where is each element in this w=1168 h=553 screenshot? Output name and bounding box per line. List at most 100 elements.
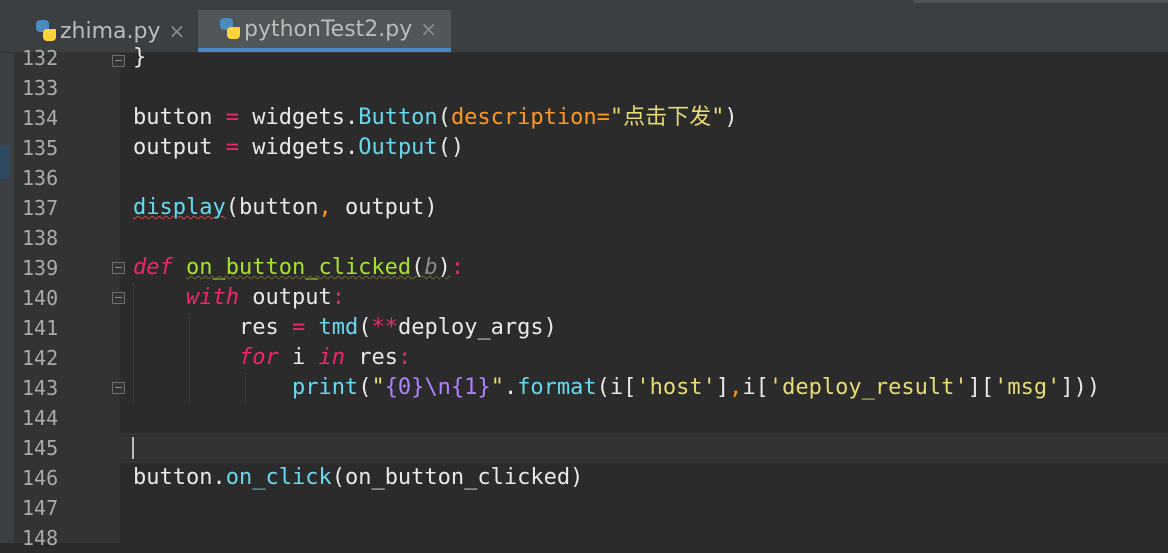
identifier: output	[252, 285, 332, 310]
punctuation: .	[344, 105, 359, 130]
fold-end-icon[interactable]	[112, 55, 125, 67]
string-literal: 'host'	[636, 375, 716, 400]
punctuation: (	[358, 375, 372, 400]
editor-tab-bar: zhima.py × pythonTest2.py ×	[0, 0, 1168, 53]
format-placeholder: {0}	[384, 375, 425, 400]
identifier: deploy_args	[397, 315, 544, 340]
code-line-142[interactable]: for i in res:	[133, 343, 411, 373]
line-number: 136	[22, 166, 59, 190]
code-line-135[interactable]: output = widgets.Output()	[133, 133, 464, 163]
punctuation: .	[212, 465, 226, 490]
code-line-141[interactable]: res = tmd(**deploy_args)	[133, 313, 557, 343]
close-icon[interactable]: ×	[169, 19, 186, 43]
punctuation: )	[543, 315, 557, 340]
identifier: output	[133, 135, 213, 160]
current-line-highlight	[14, 433, 1168, 463]
string-literal: 'deploy_result'	[768, 375, 968, 400]
code-line-140[interactable]: with output:	[133, 283, 345, 313]
tab-pythontest2[interactable]: pythonTest2.py ×	[198, 10, 451, 52]
punctuation: (	[411, 255, 425, 280]
fold-end-icon[interactable]	[112, 382, 125, 394]
line-number: 143	[22, 376, 59, 400]
punctuation: ]	[715, 375, 730, 400]
code-line-146[interactable]: button.on_click(on_button_clicked)	[133, 463, 583, 493]
punctuation: )	[724, 105, 738, 130]
identifier: output	[331, 195, 425, 220]
python-file-icon	[218, 17, 242, 41]
method-call: format	[517, 375, 597, 400]
function-call: print	[291, 375, 359, 400]
punctuation: (	[358, 315, 372, 340]
tab-label: pythonTest2.py	[244, 16, 413, 42]
function-call: tmd	[318, 315, 359, 340]
code-line-134[interactable]: button = widgets.Button(description="点击下…	[133, 103, 738, 133]
punctuation: ]))	[1060, 375, 1101, 400]
punctuation: .	[503, 375, 518, 400]
identifier: i	[291, 345, 306, 370]
tab-label: zhima.py	[60, 18, 161, 44]
code-line-139[interactable]: def on_button_clicked(b):	[133, 253, 464, 283]
keyword: with	[185, 285, 239, 310]
fold-collapse-icon[interactable]	[112, 262, 125, 274]
punctuation: (	[437, 105, 451, 130]
operator: **	[371, 315, 398, 340]
escape-sequence: \n	[424, 375, 451, 400]
keyword-argument: description	[450, 105, 597, 130]
punctuation: ,	[729, 375, 743, 400]
line-number: 145	[22, 436, 59, 460]
function-name: on_button_clicked	[186, 255, 412, 280]
line-number: 135	[22, 136, 59, 160]
identifier: res	[358, 345, 398, 370]
line-number: 132	[22, 46, 59, 70]
string-literal: "	[371, 375, 385, 400]
identifier: widgets	[252, 135, 345, 160]
keyword: in	[318, 345, 345, 370]
tool-window-strip	[0, 53, 14, 543]
operator: =	[596, 105, 610, 130]
operator: =	[225, 105, 239, 130]
punctuation: .	[344, 135, 359, 160]
punctuation: )	[570, 465, 584, 490]
line-number: 142	[22, 346, 59, 370]
punctuation: ()	[437, 135, 465, 160]
line-number: 140	[22, 286, 59, 310]
code-line-132[interactable]: }	[133, 43, 146, 73]
punctuation: (i[	[596, 375, 637, 400]
closing-brace: }	[133, 45, 147, 70]
function-call: display	[133, 195, 226, 220]
toolbar-edge	[913, 0, 1168, 3]
line-number: 146	[22, 466, 59, 490]
punctuation: ,	[318, 195, 332, 220]
punctuation: (	[225, 195, 239, 220]
keyword: for	[238, 345, 279, 370]
identifier: button	[133, 105, 213, 130]
punctuation: i[	[742, 375, 769, 400]
method-call: on_click	[225, 465, 332, 490]
string-literal: 'msg'	[994, 375, 1061, 400]
identifier: button	[133, 465, 213, 490]
string-literal: "点击下发"	[609, 105, 725, 130]
identifier: res	[238, 315, 279, 340]
string-literal: "	[490, 375, 504, 400]
punctuation: :	[397, 345, 412, 370]
identifier: button	[238, 195, 319, 220]
line-number: 141	[22, 316, 59, 340]
identifier: widgets	[252, 105, 345, 130]
fold-collapse-icon[interactable]	[112, 292, 125, 304]
code-line-143[interactable]: print("{0}\n{1}".format(i['host'],i['dep…	[133, 373, 1100, 403]
tool-window-indicator[interactable]	[0, 145, 10, 179]
code-line-137[interactable]: display(button, output)	[133, 193, 438, 223]
text-caret	[132, 437, 134, 459]
punctuation: :	[331, 285, 345, 310]
line-number: 137	[22, 196, 59, 220]
punctuation: )	[437, 255, 451, 280]
punctuation: )	[424, 195, 438, 220]
punctuation: (	[331, 465, 345, 490]
line-number: 139	[22, 256, 59, 280]
keyword: def	[133, 255, 173, 280]
line-number: 144	[22, 406, 59, 430]
punctuation: :	[450, 255, 465, 280]
close-icon[interactable]: ×	[420, 17, 437, 41]
line-number: 147	[22, 496, 59, 520]
operator: =	[291, 315, 306, 340]
